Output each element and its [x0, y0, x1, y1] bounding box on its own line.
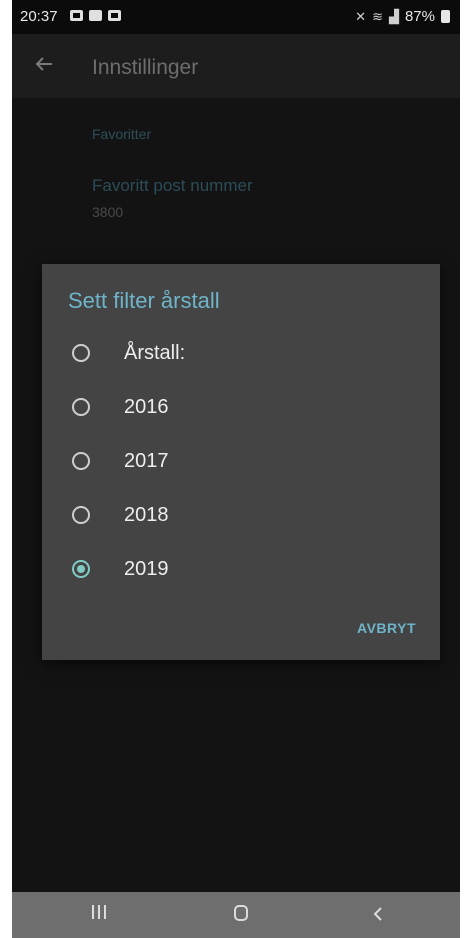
notification-icon	[89, 10, 102, 21]
option-2019[interactable]: 2019	[42, 544, 440, 598]
page-title: Innstillinger	[92, 56, 199, 79]
notification-icon	[108, 10, 121, 21]
radio-button-checked[interactable]	[72, 560, 90, 578]
cancel-button[interactable]: AVBRYT	[357, 620, 416, 636]
option-year-label[interactable]: Årstall:	[42, 328, 440, 382]
signal-icon: ▟	[388, 8, 399, 24]
home-icon[interactable]	[234, 905, 248, 921]
battery-icon	[441, 10, 450, 23]
system-nav-bar	[12, 892, 460, 938]
battery-percent: 87%	[404, 8, 435, 25]
app-toolbar: Innstillinger	[12, 34, 460, 98]
favorite-post-summary: 3800	[92, 204, 124, 220]
year-filter-dialog: Sett filter årstall Årstall: 2016 2017 2…	[42, 264, 440, 660]
wifi-icon: ≋	[372, 8, 383, 24]
vibrate-icon: ✕	[355, 8, 367, 24]
status-system-icons: ✕ ≋ ▟ 87%	[355, 8, 450, 25]
section-header-favorites: Favoritter	[92, 126, 152, 142]
dialog-title: Sett filter årstall	[68, 288, 220, 313]
radio-button[interactable]	[72, 398, 90, 416]
arrow-left-icon[interactable]	[34, 54, 54, 74]
image-icon	[70, 10, 83, 21]
option-2016[interactable]: 2016	[42, 382, 440, 436]
radio-button[interactable]	[72, 344, 90, 362]
option-2017[interactable]: 2017	[42, 436, 440, 490]
status-notification-icons	[70, 10, 121, 21]
option-label: 2017	[124, 450, 169, 472]
option-label: 2018	[124, 504, 169, 526]
radio-button[interactable]	[72, 506, 90, 524]
radio-button[interactable]	[72, 452, 90, 470]
option-label: 2019	[124, 558, 169, 580]
option-label: 2016	[124, 396, 169, 418]
recent-apps-icon[interactable]	[92, 905, 106, 919]
status-bar: 20:37 ✕ ≋ ▟ 87%	[12, 0, 460, 34]
favorite-post-title[interactable]: Favoritt post nummer	[92, 176, 253, 196]
back-icon[interactable]	[370, 906, 386, 922]
phone-screen: 20:37 ✕ ≋ ▟ 87% Innstillinger Favoritter…	[12, 0, 460, 938]
option-label: Årstall:	[124, 342, 186, 364]
status-time: 20:37	[20, 8, 58, 25]
option-2018[interactable]: 2018	[42, 490, 440, 544]
